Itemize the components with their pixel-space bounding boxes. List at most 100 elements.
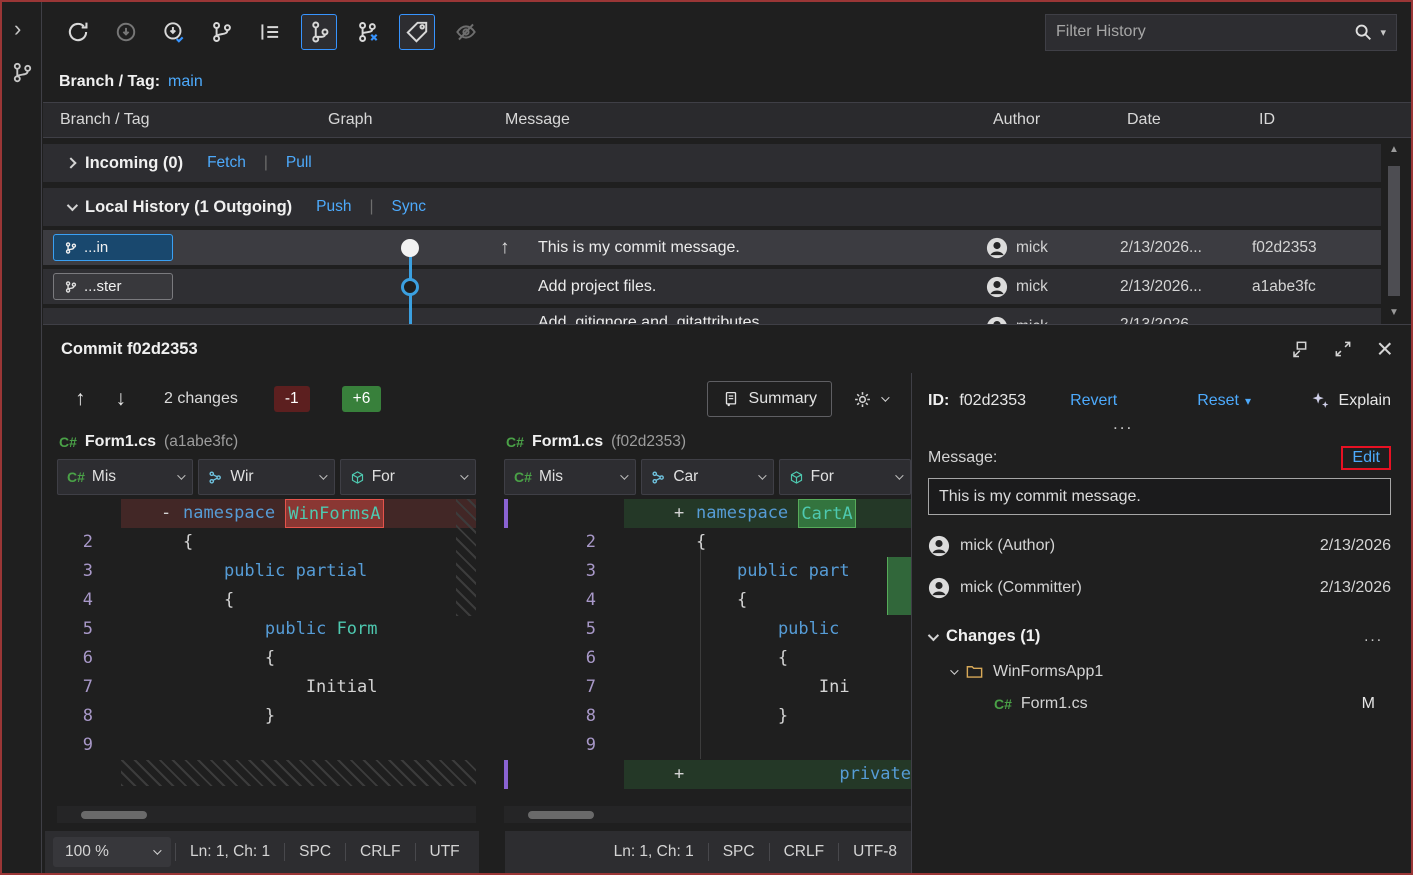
previous-change-icon[interactable]: ↑	[67, 387, 94, 411]
refresh-icon[interactable]	[61, 15, 95, 49]
edit-annotation-box: Edit	[1341, 446, 1391, 470]
chevron-down-icon[interactable]	[928, 629, 939, 640]
commit-id-row: ID: f02d2353 Revert Reset ▾ Explain	[928, 391, 1391, 410]
current-branch-link[interactable]: main	[168, 73, 203, 91]
zoom-dropdown[interactable]: 100 %	[53, 837, 171, 867]
scroll-up-icon[interactable]: ▲	[1387, 144, 1401, 155]
breadcrumb-class-dropdown[interactable]: For	[779, 459, 911, 495]
pull-icon[interactable]	[157, 15, 191, 49]
chevron-down-icon	[895, 471, 903, 479]
history-toolbar: ▾	[43, 2, 1411, 62]
search-icon[interactable]	[1352, 21, 1374, 43]
breadcrumb-project-dropdown[interactable]: C# Mis	[57, 459, 193, 495]
commit-row-partial[interactable]: Add .gitignore and .gitattributes. mick …	[43, 308, 1381, 324]
chevron-right-icon[interactable]	[65, 157, 76, 168]
commit-panel-title: Commit f02d2353	[61, 340, 198, 359]
csharp-file-icon: C#	[59, 434, 77, 450]
commit-message: Add project files.	[538, 278, 656, 296]
fetch-link[interactable]: Fetch	[207, 154, 246, 172]
rail-expand-chevron-icon[interactable]: ›	[14, 16, 21, 42]
push-link[interactable]: Push	[316, 198, 351, 216]
id-label: ID:	[928, 392, 949, 410]
history-scrollbar[interactable]: ▲ ▼	[1387, 144, 1401, 318]
branch-filter-icon[interactable]	[351, 15, 385, 49]
breadcrumb-project-dropdown[interactable]: C# Mis	[504, 459, 636, 495]
maximize-icon[interactable]	[1333, 339, 1353, 359]
git-branch-icon[interactable]	[10, 60, 35, 85]
changes-section-header[interactable]: Changes (1) ...	[928, 627, 1391, 646]
branch-badge-main[interactable]: ...in	[53, 234, 173, 261]
incoming-section-row[interactable]: Incoming (0) Fetch | Pull	[43, 144, 1381, 182]
branch-badge-master[interactable]: ...ster	[53, 273, 173, 300]
csharp-project-icon: C#	[514, 469, 532, 485]
filter-history-input[interactable]	[1056, 23, 1352, 41]
reset-link[interactable]: Reset	[1197, 392, 1239, 410]
file-name: Form1.cs	[85, 433, 156, 451]
compare-branch-icon[interactable]	[205, 15, 239, 49]
fetch-icon[interactable]	[109, 15, 143, 49]
col-author: Author	[993, 111, 1127, 129]
filter-dropdown-icon[interactable]: ▾	[1380, 26, 1386, 39]
local-history-section-row[interactable]: Local History (1 Outgoing) Push | Sync	[43, 188, 1381, 226]
sync-link[interactable]: Sync	[392, 198, 426, 216]
author-date: 2/13/2026	[1320, 537, 1391, 555]
reset-dropdown[interactable]: Reset ▾	[1153, 392, 1251, 410]
breadcrumb-class-dropdown[interactable]: For	[340, 459, 476, 495]
pull-link[interactable]: Pull	[286, 154, 312, 172]
show-graph-toggle[interactable]	[301, 14, 337, 50]
code-line: 7 Initial	[57, 673, 476, 702]
csharp-file-icon: C#	[506, 434, 524, 450]
history-header: Branch / Tag Graph Message Author Date I…	[43, 102, 1411, 138]
avatar	[986, 316, 1008, 324]
show-tags-toggle[interactable]	[399, 14, 435, 50]
commit-row[interactable]: ...ster Add project files. mick 2/13/20	[43, 269, 1381, 304]
explain-button[interactable]: Explain	[1311, 391, 1391, 410]
hide-graph-icon[interactable]	[449, 15, 483, 49]
code-line: 4 {	[504, 586, 911, 615]
changes-more-button[interactable]: ...	[1364, 628, 1383, 646]
col-id: ID	[1259, 111, 1411, 129]
tree-folder-row[interactable]: WinFormsApp1	[950, 662, 1391, 681]
horizontal-scrollbar[interactable]	[504, 806, 911, 823]
code-line: 10+ private	[504, 760, 911, 789]
chevron-down-icon	[460, 471, 468, 479]
close-icon[interactable]: ×	[1377, 339, 1393, 359]
file-revision: (a1abe3fc)	[164, 433, 238, 451]
id-value: f02d2353	[959, 392, 1026, 410]
more-actions-button[interactable]: ...	[1113, 414, 1153, 434]
commit-date: 2/13/2026...	[1120, 278, 1252, 296]
author-name: mick (Author)	[960, 537, 1055, 555]
graph-layout-icon[interactable]	[253, 15, 287, 49]
scrollbar-thumb[interactable]	[1388, 166, 1400, 296]
breadcrumb-namespace-dropdown[interactable]: Car	[641, 459, 773, 495]
scrollbar-thumb[interactable]	[528, 811, 594, 819]
float-window-icon[interactable]	[1289, 339, 1309, 359]
chevron-down-icon	[319, 471, 327, 479]
summary-button[interactable]: Summary	[707, 381, 832, 417]
edit-message-link[interactable]: Edit	[1352, 449, 1380, 466]
code-line: 8 }	[57, 702, 476, 731]
tree-file-row[interactable]: C# Form1.cs M	[994, 695, 1391, 713]
zoom-value: 100 %	[65, 843, 109, 861]
diff-settings-button[interactable]	[852, 389, 887, 410]
commit-row[interactable]: ...in ↑ This is my commit message. mick	[43, 230, 1381, 265]
branch-icon	[64, 280, 78, 294]
csharp-project-icon: C#	[67, 469, 85, 485]
committer-name: mick (Committer)	[960, 579, 1082, 597]
code-line: 8 }	[504, 702, 911, 731]
chevron-down-icon	[153, 846, 161, 854]
avatar	[986, 276, 1008, 298]
revert-link[interactable]: Revert	[1070, 392, 1117, 410]
commit-message-input[interactable]	[928, 478, 1391, 515]
breadcrumb-namespace-dropdown[interactable]: Wir	[198, 459, 334, 495]
outgoing-arrow-icon: ↑	[500, 237, 510, 259]
horizontal-scrollbar[interactable]	[57, 806, 476, 823]
chevron-down-icon[interactable]	[950, 666, 958, 674]
chevron-down-icon[interactable]	[67, 200, 78, 211]
scrollbar-thumb[interactable]	[81, 811, 147, 819]
commit-id: a1abe3fc	[1252, 278, 1381, 296]
left-rail: ›	[2, 2, 42, 873]
scroll-down-icon[interactable]: ▼	[1387, 307, 1401, 318]
next-change-icon[interactable]: ↓	[108, 387, 135, 411]
statusbar-old: 100 % Ln: 1, Ch: 1 SPC CRLF UTF	[45, 831, 479, 873]
